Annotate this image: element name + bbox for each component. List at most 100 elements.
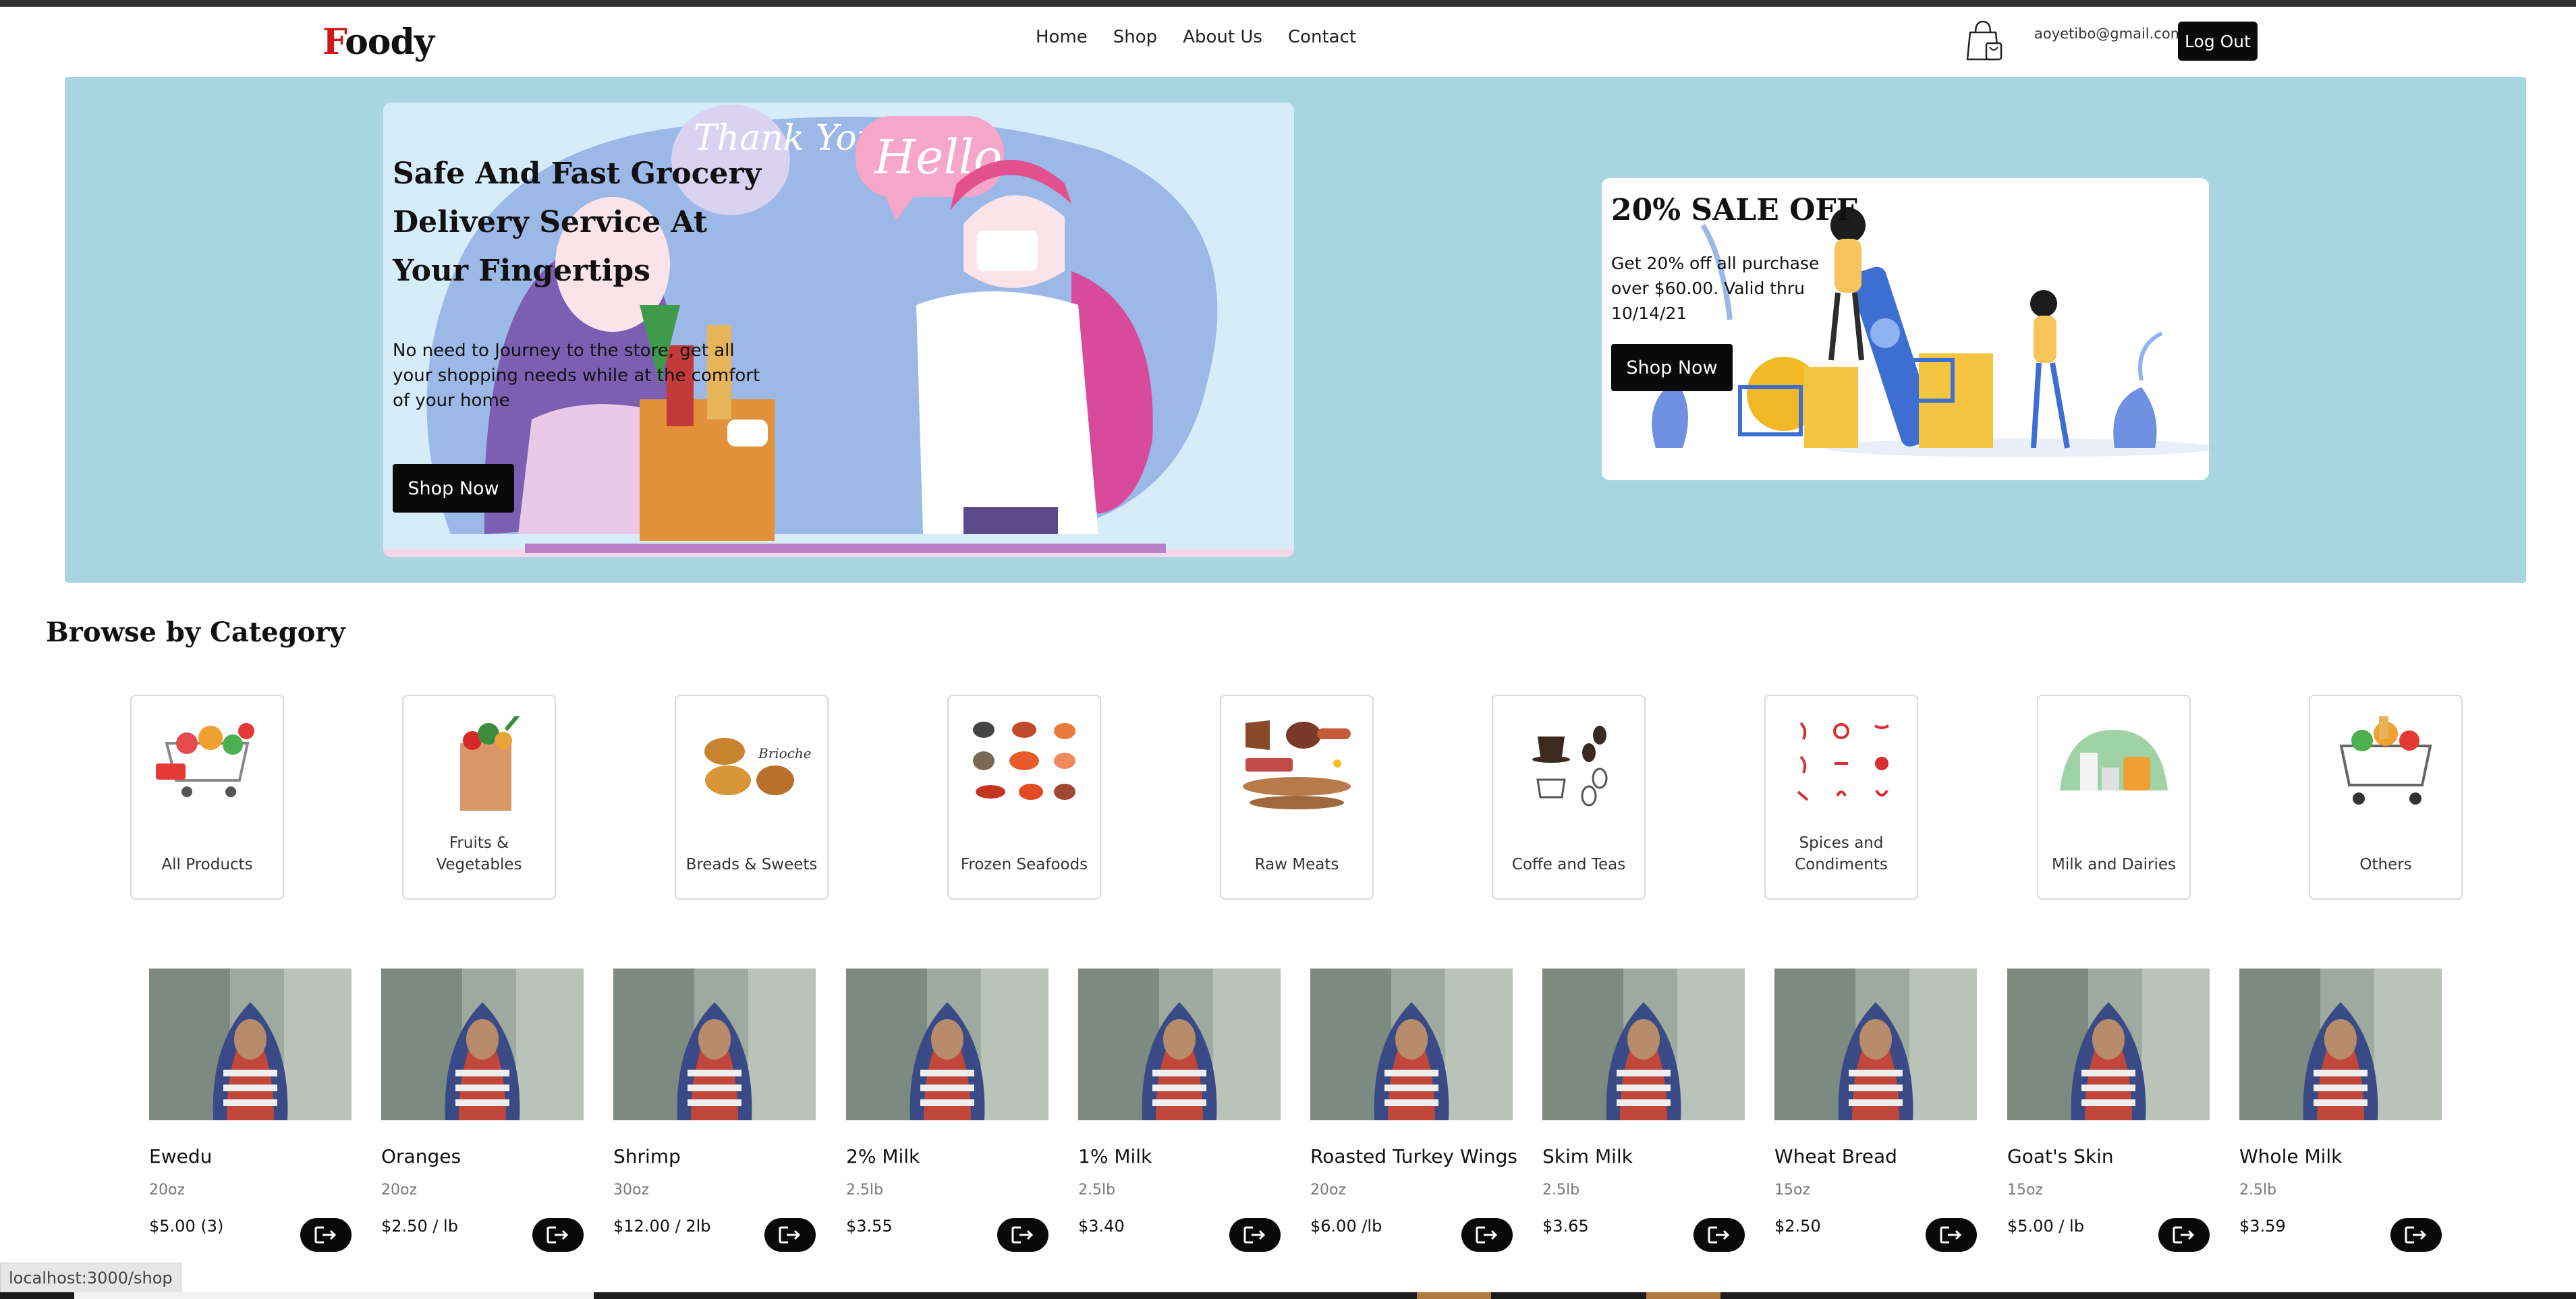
add-to-cart-icon (547, 1226, 569, 1244)
sale-description: Get 20% off all purchase over $60.00. Va… (1611, 254, 1820, 323)
product-name[interactable]: 1% Milk (1078, 1145, 1152, 1167)
category-fruits-vegetables[interactable]: Fruits & Vegetables (402, 695, 556, 900)
bottom-taskbar (0, 1292, 2576, 1299)
product-card[interactable]: Roasted Turkey Wings 20oz $6.00 /lb (1310, 969, 1517, 1252)
product-card[interactable]: Wheat Bread 15oz $2.50 (1774, 969, 1977, 1252)
product-image[interactable] (2007, 969, 2210, 1120)
category-spices-condiments[interactable]: Spices and Condiments (1764, 695, 1918, 900)
product-name[interactable]: Goat's Skin (2007, 1145, 2114, 1167)
product-price: $3.59 (2239, 1217, 2286, 1236)
product-name[interactable]: Roasted Turkey Wings (1310, 1145, 1517, 1167)
add-to-cart-button[interactable] (764, 1218, 816, 1252)
category-breads-sweets[interactable]: Brioche Breads & Sweets (675, 695, 829, 900)
hero-banner: Thank You Hello Safe And Fast Grocery De… (65, 77, 2526, 583)
category-label: All Products (161, 856, 253, 873)
logo-text: oody (345, 22, 435, 63)
product-image[interactable] (149, 969, 352, 1120)
product-card[interactable]: Skim Milk 2.5lb $3.65 (1542, 969, 1745, 1252)
product-card[interactable]: 2% Milk 2.5lb $3.55 (846, 969, 1048, 1252)
nav-links: Home Shop About Us Contact (1036, 27, 1356, 47)
browser-top-strip (0, 0, 2576, 7)
nav-shop-link[interactable]: Shop (1113, 27, 1157, 47)
category-coffee-teas[interactable]: Coffe and Teas (1492, 695, 1646, 900)
category-frozen-seafoods[interactable]: Frozen Seafoods (947, 695, 1101, 900)
product-image[interactable] (1542, 969, 1745, 1120)
nav-home-link[interactable]: Home (1036, 27, 1088, 47)
add-to-cart-button[interactable] (2158, 1218, 2210, 1252)
logout-button[interactable]: Log Out (2178, 22, 2258, 61)
category-raw-meats[interactable]: Raw Meats (1220, 695, 1374, 900)
product-name[interactable]: Ewedu (149, 1145, 212, 1167)
nav-contact-link[interactable]: Contact (1288, 27, 1356, 47)
add-to-cart-icon (1708, 1226, 1730, 1244)
bread-icon: Brioche (704, 738, 812, 795)
shopping-bag-icon[interactable] (1965, 19, 2005, 62)
status-url: localhost:3000/shop (0, 1263, 181, 1294)
add-to-cart-button[interactable] (1693, 1218, 1745, 1252)
add-to-cart-icon (1940, 1226, 1962, 1244)
spices-icon (1797, 722, 1890, 801)
category-milk-dairies[interactable]: Milk and Dairies (2037, 695, 2191, 900)
product-card[interactable]: Goat's Skin 15oz $5.00 / lb (2007, 969, 2210, 1252)
add-to-cart-icon (314, 1226, 337, 1244)
product-image[interactable] (1078, 969, 1281, 1120)
meat-icon (1243, 720, 1351, 809)
add-to-cart-icon (779, 1226, 801, 1244)
product-name[interactable]: Shrimp (613, 1145, 681, 1167)
shopping-cart-icon (156, 723, 254, 797)
product-size: 2.5lb (846, 1182, 884, 1199)
sale-shop-now-button[interactable]: Shop Now (1611, 344, 1733, 391)
product-card[interactable]: Shrimp 30oz $12.00 / 2lb (613, 969, 816, 1252)
product-name[interactable]: Wheat Bread (1774, 1145, 1897, 1167)
hero-shop-now-button[interactable]: Shop Now (393, 464, 514, 513)
category-label: Spices and Condiments (1795, 834, 1888, 873)
product-image[interactable] (2239, 969, 2442, 1120)
product-price: $5.00 / lb (2007, 1217, 2084, 1236)
product-size: 30oz (613, 1182, 650, 1199)
product-price: $2.50 (1774, 1217, 1821, 1236)
add-to-cart-icon (1476, 1226, 1498, 1244)
product-name[interactable]: Whole Milk (2239, 1145, 2342, 1167)
add-to-cart-button[interactable] (1461, 1218, 1513, 1252)
dairy-icon (2060, 730, 2168, 790)
seafood-icon (973, 722, 1075, 800)
basket-cart-icon (2339, 716, 2432, 805)
product-size: 2.5lb (2239, 1182, 2277, 1199)
add-to-cart-icon (2173, 1226, 2195, 1244)
nav-about-link[interactable]: About Us (1183, 27, 1262, 47)
sale-card: 20% SALE OFF Get 20% off all purchase ov… (1602, 178, 2209, 480)
product-card[interactable]: Oranges 20oz $2.50 / lb (381, 969, 584, 1252)
product-image[interactable] (1774, 969, 1977, 1120)
add-to-cart-button[interactable] (1229, 1218, 1281, 1252)
product-card[interactable]: Ewedu 20oz $5.00 (3) (149, 969, 352, 1252)
product-size: 20oz (149, 1182, 186, 1199)
product-name[interactable]: Oranges (381, 1145, 461, 1167)
category-label: Raw Meats (1254, 856, 1339, 873)
product-size: 20oz (1310, 1182, 1347, 1199)
product-price: $12.00 / 2lb (613, 1217, 711, 1236)
product-image[interactable] (381, 969, 584, 1120)
product-size: 20oz (381, 1182, 418, 1199)
category-all-products[interactable]: All Products (130, 695, 284, 900)
logo[interactable]: Foody (323, 22, 435, 63)
product-name[interactable]: 2% Milk (846, 1145, 920, 1167)
category-label: Fruits & Vegetables (436, 834, 522, 873)
product-card[interactable]: 1% Milk 2.5lb $3.40 (1078, 969, 1281, 1252)
product-image[interactable] (846, 969, 1048, 1120)
product-image[interactable] (1310, 969, 1513, 1120)
product-price: $6.00 /lb (1310, 1217, 1382, 1236)
category-section-title: Browse by Category (46, 616, 345, 648)
product-price: $5.00 (3) (149, 1217, 224, 1236)
brioche-text: Brioche (758, 745, 812, 761)
logo-letter: F (323, 22, 345, 63)
add-to-cart-icon (1011, 1226, 1034, 1244)
category-others[interactable]: Others (2309, 695, 2463, 900)
add-to-cart-button[interactable] (2390, 1218, 2442, 1252)
add-to-cart-button[interactable] (1926, 1218, 1977, 1252)
product-name[interactable]: Skim Milk (1542, 1145, 1633, 1167)
add-to-cart-button[interactable] (300, 1218, 352, 1252)
add-to-cart-button[interactable] (532, 1218, 584, 1252)
product-card[interactable]: Whole Milk 2.5lb $3.59 (2239, 969, 2442, 1252)
add-to-cart-button[interactable] (997, 1218, 1048, 1252)
product-image[interactable] (613, 969, 816, 1120)
